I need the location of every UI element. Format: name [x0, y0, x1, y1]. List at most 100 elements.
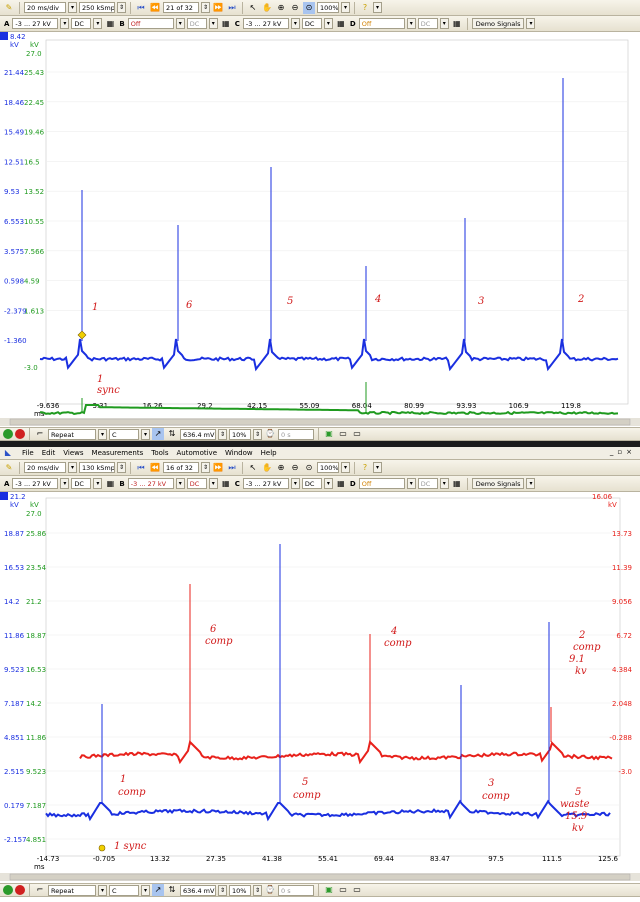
add-measurement-icon[interactable]: ▣: [323, 884, 335, 896]
channel-b-coupling[interactable]: DC: [186, 478, 207, 489]
channel-a-coupling-dropdown[interactable]: ▾: [93, 18, 103, 29]
help-icon[interactable]: ?: [359, 462, 371, 474]
zoom-fit-icon[interactable]: ⊙: [303, 462, 315, 474]
samples-stepper[interactable]: ⇕: [117, 2, 126, 13]
pretrigger-field[interactable]: 10%: [229, 884, 251, 896]
trigger-level-stepper[interactable]: ⇕: [218, 428, 227, 440]
start-icon[interactable]: [3, 885, 13, 895]
trigger-level-field[interactable]: 636.4 mV: [180, 884, 216, 896]
channel-b-range[interactable]: Off: [127, 18, 174, 29]
trigger-channel-dropdown[interactable]: ▾: [141, 428, 150, 440]
channel-b-range-dropdown[interactable]: ▾: [175, 478, 185, 489]
channel-c-range[interactable]: -3 ... 27 kV: [242, 18, 289, 29]
channel-c-options-icon[interactable]: ▦: [335, 18, 347, 30]
pretrigger-stepper[interactable]: ⇕: [253, 884, 262, 896]
trigger-mode-dropdown[interactable]: ▾: [98, 884, 107, 896]
capture-index-field[interactable]: 16 of 32: [163, 462, 199, 473]
help-dropdown[interactable]: ▾: [373, 462, 382, 473]
channel-c-coupling[interactable]: DC: [301, 478, 322, 489]
edit-measurement-icon[interactable]: ▭: [337, 428, 349, 440]
edit-measurement-icon[interactable]: ▭: [337, 884, 349, 896]
channel-b-range[interactable]: -3 ... 27 kV: [127, 478, 174, 489]
channel-b-range-dropdown[interactable]: ▾: [175, 18, 185, 29]
first-capture-icon[interactable]: ⏮: [135, 462, 147, 474]
channel-c-options-icon[interactable]: ▦: [335, 478, 347, 490]
channel-a-options-icon[interactable]: ▦: [104, 478, 116, 490]
capture-index-field[interactable]: 21 of 32: [163, 2, 199, 13]
channel-a-range-dropdown[interactable]: ▾: [60, 18, 70, 29]
channel-a-range[interactable]: -3 ... 27 kV: [12, 18, 59, 29]
demo-signals-button[interactable]: Demo Signals: [471, 478, 525, 489]
channel-c-range-dropdown[interactable]: ▾: [290, 478, 300, 489]
channel-d-range[interactable]: Off: [358, 478, 405, 489]
next-capture-icon[interactable]: ⏩: [212, 462, 224, 474]
demo-signals-button[interactable]: Demo Signals: [471, 18, 525, 29]
trigger-mode-select[interactable]: Repeat: [48, 884, 96, 896]
zoom-dropdown[interactable]: ▾: [341, 462, 350, 473]
delete-measurement-icon[interactable]: ▭: [351, 428, 363, 440]
stop-icon[interactable]: [15, 885, 25, 895]
channel-b-coupling-dropdown[interactable]: ▾: [208, 478, 218, 489]
pretrigger-field[interactable]: 10%: [229, 428, 251, 440]
hand-icon[interactable]: ✋: [261, 2, 273, 14]
channel-d-coupling-dropdown[interactable]: ▾: [439, 478, 449, 489]
samples-select[interactable]: 130 kSmpl: [79, 462, 115, 473]
demo-signals-dropdown[interactable]: ▾: [526, 478, 536, 489]
channel-a-coupling-dropdown[interactable]: ▾: [93, 478, 103, 489]
prev-capture-icon[interactable]: ⏪: [149, 462, 161, 474]
pretrigger-stepper[interactable]: ⇕: [253, 428, 262, 440]
trigger-channel-select[interactable]: C: [109, 884, 139, 896]
channel-d-coupling-dropdown[interactable]: ▾: [439, 18, 449, 29]
cursor-icon[interactable]: ↖: [247, 462, 259, 474]
channel-c-range-dropdown[interactable]: ▾: [290, 18, 300, 29]
zoom-out-icon[interactable]: ⊖: [289, 2, 301, 14]
channel-b-coupling[interactable]: DC: [186, 18, 207, 29]
channel-b-options-icon[interactable]: ▦: [220, 18, 232, 30]
edge-icon[interactable]: ↗: [152, 428, 164, 440]
trigger-level-stepper[interactable]: ⇕: [218, 884, 227, 896]
channel-d-range-dropdown[interactable]: ▾: [406, 478, 416, 489]
last-capture-icon[interactable]: ⏭: [226, 2, 238, 14]
zoom-in-icon[interactable]: ⊕: [275, 2, 287, 14]
menu-tools[interactable]: Tools: [151, 449, 168, 457]
zoom-in-icon[interactable]: ⊕: [275, 462, 287, 474]
help-icon[interactable]: ?: [359, 2, 371, 14]
edge-icon[interactable]: ↗: [152, 884, 164, 896]
channel-d-range[interactable]: Off: [358, 18, 405, 29]
cursor-icon[interactable]: ↖: [247, 2, 259, 14]
channel-d-options-icon[interactable]: ▦: [451, 478, 463, 490]
timebase-dropdown[interactable]: ▾: [68, 2, 77, 13]
menu-measurements[interactable]: Measurements: [92, 449, 144, 457]
channel-a-coupling[interactable]: DC: [71, 478, 92, 489]
prev-capture-icon[interactable]: ⏪: [149, 2, 161, 14]
zoom-out-icon[interactable]: ⊖: [289, 462, 301, 474]
samples-select[interactable]: 250 kSmpl: [79, 2, 115, 13]
channel-b-coupling-dropdown[interactable]: ▾: [208, 18, 218, 29]
next-capture-icon[interactable]: ⏩: [212, 2, 224, 14]
channel-c-coupling-dropdown[interactable]: ▾: [323, 18, 333, 29]
zoom-level[interactable]: 100%: [317, 462, 339, 473]
trigger-channel-dropdown[interactable]: ▾: [141, 884, 150, 896]
scope-plot-2[interactable]: 21.2 16.06 kV kV kV 27.0 18.87 16.53 14.2 11.86 9.…: [0, 492, 640, 883]
menu-file[interactable]: File: [22, 449, 34, 457]
zoom-dropdown[interactable]: ▾: [341, 2, 350, 13]
trigger-mode-select[interactable]: Repeat: [48, 428, 96, 440]
timebase-dropdown[interactable]: ▾: [68, 462, 77, 473]
samples-stepper[interactable]: ⇕: [117, 462, 126, 473]
delay-field[interactable]: 0 s: [278, 428, 314, 440]
help-dropdown[interactable]: ▾: [373, 2, 382, 13]
restore-icon[interactable]: ▫: [617, 448, 626, 456]
trigger-level-field[interactable]: 636.4 mV: [180, 428, 216, 440]
menu-views[interactable]: Views: [63, 449, 83, 457]
channel-d-options-icon[interactable]: ▦: [451, 18, 463, 30]
delete-measurement-icon[interactable]: ▭: [351, 884, 363, 896]
zoom-level[interactable]: 100%: [317, 2, 339, 13]
channel-a-options-icon[interactable]: ▦: [104, 18, 116, 30]
channel-d-coupling[interactable]: DC: [417, 18, 438, 29]
first-capture-icon[interactable]: ⏮: [135, 2, 147, 14]
timebase-select[interactable]: 20 ms/div: [24, 2, 66, 13]
channel-c-coupling[interactable]: DC: [301, 18, 322, 29]
hand-icon[interactable]: ✋: [261, 462, 273, 474]
delay-field[interactable]: 0 s: [278, 884, 314, 896]
menu-help[interactable]: Help: [261, 449, 277, 457]
